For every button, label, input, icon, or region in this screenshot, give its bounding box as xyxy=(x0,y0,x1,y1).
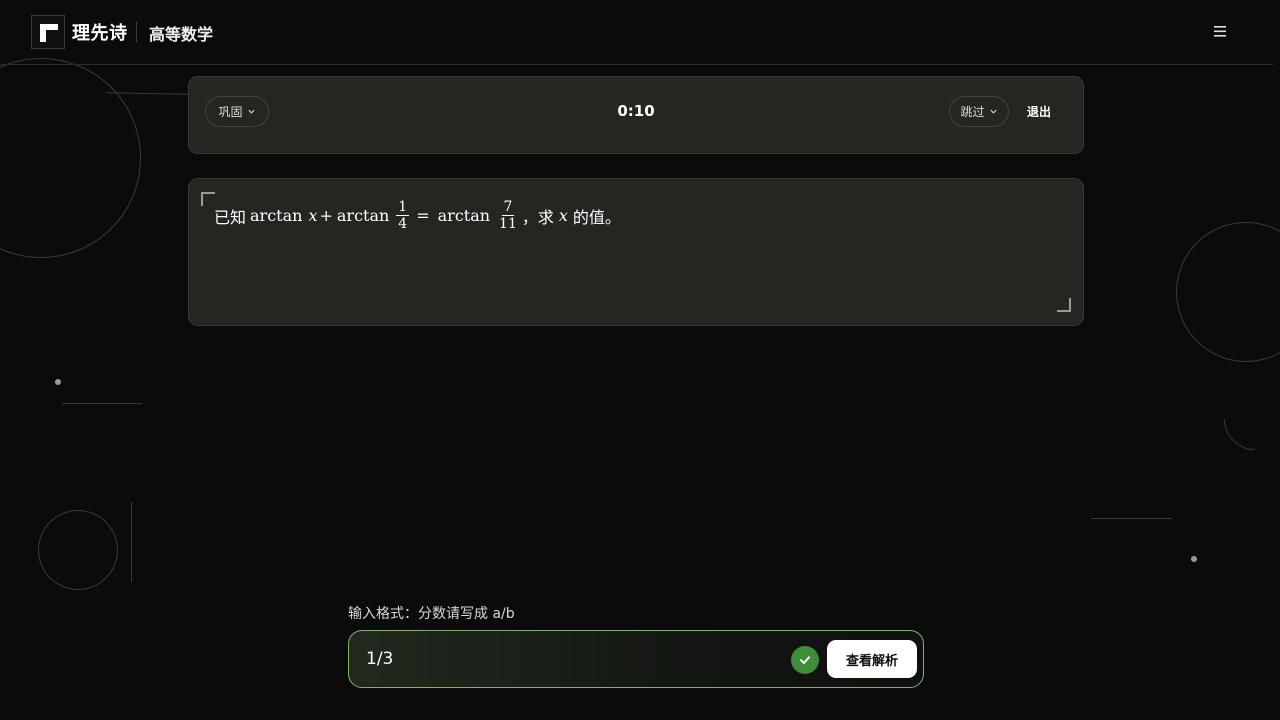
math-op: = xyxy=(416,206,430,226)
math-fn: arctan xyxy=(250,206,303,226)
question-suffix: 的值。 xyxy=(572,207,621,227)
question-prefix: 已知 xyxy=(214,207,247,227)
exit-button[interactable]: 退出 xyxy=(1027,103,1051,120)
question-mid: ，求 xyxy=(521,207,554,227)
question-card: 已知 arctan x + arctan 1 4 = arctan 7 11 ，… xyxy=(188,178,1084,326)
math-var: x xyxy=(308,206,318,226)
subject-title: 高等数学 xyxy=(149,25,214,44)
fraction-numerator: 7 xyxy=(501,199,515,217)
fraction-denominator: 4 xyxy=(398,216,408,233)
top-header: 理先诗 高等数学 xyxy=(0,0,1273,65)
brand-name[interactable]: 理先诗 xyxy=(72,19,128,45)
math-fraction: 7 11 xyxy=(497,199,519,232)
skip-dropdown[interactable]: 跳过 xyxy=(949,96,1009,127)
decor-circle-left-small xyxy=(38,510,118,590)
answer-input[interactable]: 1/3 查看解析 xyxy=(348,630,924,688)
fraction-numerator: 1 xyxy=(396,199,410,217)
corner-bracket-icon xyxy=(1057,298,1071,312)
math-fn: arctan xyxy=(336,206,390,226)
math-fraction: 1 4 xyxy=(396,199,410,233)
input-format-hint: 输入格式：分数请写成 a/b xyxy=(348,606,515,622)
decor-dot xyxy=(1191,556,1197,562)
math-var: x xyxy=(558,206,568,226)
decor-dot xyxy=(55,379,61,385)
decor-circle-left-large xyxy=(0,58,141,258)
question-text: 已知 arctan x + arctan 1 4 = arctan 7 11 ，… xyxy=(214,199,621,232)
math-fn: arctan xyxy=(437,206,491,226)
skip-label: 跳过 xyxy=(960,105,985,119)
decor-arc xyxy=(1224,419,1255,450)
logo-icon[interactable] xyxy=(31,15,65,49)
decor-line xyxy=(62,403,142,404)
answer-value[interactable]: 1/3 xyxy=(366,649,393,669)
chevron-down-icon xyxy=(989,109,997,114)
decor-line xyxy=(105,92,189,95)
header-divider xyxy=(136,22,137,42)
decor-line xyxy=(131,502,132,582)
decor-line xyxy=(1091,518,1172,519)
corner-bracket-icon xyxy=(201,192,215,206)
math-op: + xyxy=(319,206,333,226)
hamburger-menu-icon[interactable] xyxy=(1210,23,1230,41)
check-icon xyxy=(791,646,819,674)
view-solution-button[interactable]: 查看解析 xyxy=(827,640,917,678)
decor-circle-right-large xyxy=(1176,222,1280,362)
fraction-denominator: 11 xyxy=(499,216,517,233)
practice-toolbar: 巩固 0:10 跳过 退出 xyxy=(188,76,1084,154)
